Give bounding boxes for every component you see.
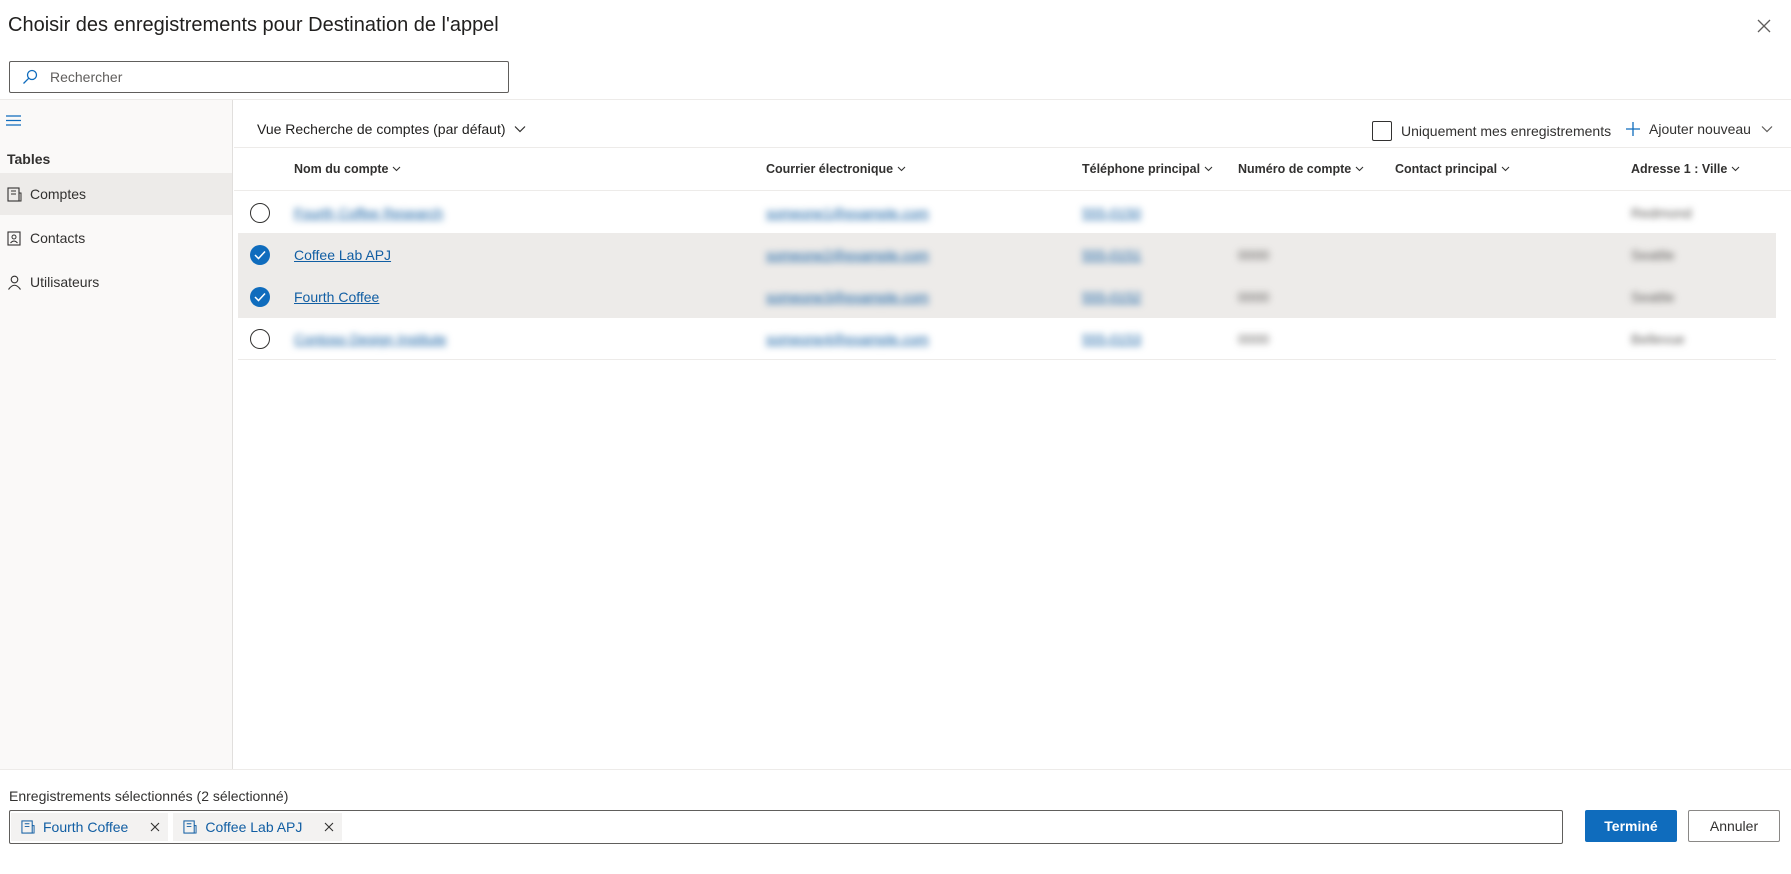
- add-new-button[interactable]: Ajouter nouveau: [1625, 121, 1773, 137]
- email-link[interactable]: someone3@example.com: [766, 289, 929, 305]
- account-icon: [21, 820, 35, 834]
- city-cell: Bellevue: [1631, 331, 1685, 347]
- account-name-link[interactable]: Contoso Design Institute: [294, 331, 447, 347]
- add-new-label: Ajouter nouveau: [1649, 121, 1751, 137]
- row-select-radio[interactable]: [250, 245, 270, 265]
- remove-chip-button[interactable]: [320, 818, 338, 836]
- sidebar-item-label: Contacts: [30, 230, 86, 246]
- grid-header: Nom du compte Courrier électronique Télé…: [234, 148, 1791, 191]
- chevron-down-icon: [392, 165, 401, 174]
- search-input[interactable]: [50, 63, 508, 91]
- sidebar-heading: Tables: [7, 151, 51, 167]
- search-box[interactable]: [9, 61, 509, 93]
- view-selector-label: Vue Recherche de comptes (par défaut): [257, 121, 506, 137]
- phone-link[interactable]: 555-0153: [1082, 331, 1141, 347]
- hamburger-icon[interactable]: [6, 114, 22, 128]
- close-icon[interactable]: [324, 822, 334, 832]
- column-header-label: Contact principal: [1395, 162, 1498, 176]
- city-cell: Seattle: [1631, 247, 1675, 263]
- column-header-label: Courrier électronique: [766, 162, 894, 176]
- selected-records-box: Fourth Coffee Coffee Lab APJ: [9, 810, 1563, 844]
- account-number-cell: 0000: [1238, 331, 1270, 347]
- row-select-radio[interactable]: [250, 329, 270, 349]
- only-my-records-toggle[interactable]: Uniquement mes enregistrements: [1372, 121, 1611, 141]
- phone-link[interactable]: 555-0152: [1082, 289, 1141, 305]
- close-button[interactable]: [1756, 18, 1776, 38]
- account-name-link[interactable]: Fourth Coffee: [294, 289, 379, 305]
- email-link[interactable]: someone2@example.com: [766, 247, 929, 263]
- column-header-account-name[interactable]: Nom du compte: [294, 162, 401, 176]
- city-cell: Redmond: [1631, 205, 1692, 221]
- table-row[interactable]: Coffee Lab APJ someone2@example.com 555-…: [238, 234, 1776, 276]
- chevron-down-icon: [1731, 165, 1740, 174]
- chevron-down-icon: [897, 165, 906, 174]
- row-select-radio[interactable]: [250, 287, 270, 307]
- close-icon[interactable]: [150, 822, 160, 832]
- sidebar-item-label: Comptes: [30, 186, 87, 202]
- phone-link[interactable]: 555-0150: [1082, 205, 1141, 221]
- phone-link[interactable]: 555-0151: [1082, 247, 1141, 263]
- contact-card-icon: [7, 230, 23, 246]
- sidebar-item-utilisateurs[interactable]: Utilisateurs: [0, 261, 232, 303]
- sidebar-item-contacts[interactable]: Contacts: [0, 217, 232, 259]
- account-name-link[interactable]: Coffee Lab APJ: [294, 247, 391, 263]
- row-select-radio[interactable]: [250, 203, 270, 223]
- column-header-label: Numéro de compte: [1238, 162, 1352, 176]
- email-link[interactable]: someone4@example.com: [766, 331, 929, 347]
- email-link[interactable]: someone1@example.com: [766, 205, 929, 221]
- account-number-cell: 0000: [1238, 289, 1270, 305]
- selected-records-label: Enregistrements sélectionnés (2 sélectio…: [9, 788, 289, 804]
- plus-icon: [1625, 121, 1641, 137]
- account-name-link[interactable]: Fourth Coffee Research: [294, 205, 443, 221]
- remove-chip-button[interactable]: [146, 818, 164, 836]
- account-number-cell: 0000: [1238, 247, 1270, 263]
- chevron-down-icon: [1204, 165, 1213, 174]
- footer-divider: [0, 769, 1791, 770]
- column-header-phone[interactable]: Téléphone principal: [1082, 162, 1213, 176]
- column-header-label: Téléphone principal: [1082, 162, 1201, 176]
- selected-record-chip-label[interactable]: Fourth Coffee: [43, 819, 128, 835]
- hamburger-menu-button[interactable]: [6, 114, 26, 130]
- account-icon: [7, 186, 23, 202]
- close-icon[interactable]: [1756, 18, 1772, 34]
- column-header-email[interactable]: Courrier électronique: [766, 162, 906, 176]
- column-header-account-number[interactable]: Numéro de compte: [1238, 162, 1364, 176]
- chevron-down-icon[interactable]: [1761, 123, 1773, 135]
- column-header-primary-contact[interactable]: Contact principal: [1395, 162, 1510, 176]
- view-selector[interactable]: Vue Recherche de comptes (par défaut): [257, 121, 526, 137]
- only-my-records-label: Uniquement mes enregistrements: [1401, 123, 1612, 139]
- cancel-button[interactable]: Annuler: [1688, 810, 1780, 842]
- dialog-title: Choisir des enregistrements pour Destina…: [8, 14, 499, 36]
- selected-record-chip-label[interactable]: Coffee Lab APJ: [205, 819, 302, 835]
- selected-record-chip[interactable]: Coffee Lab APJ: [173, 813, 343, 841]
- person-icon: [7, 274, 23, 290]
- sidebar-item-label: Utilisateurs: [30, 274, 100, 290]
- table-row[interactable]: Contoso Design Institute someone4@exampl…: [238, 318, 1776, 360]
- done-button[interactable]: Terminé: [1585, 810, 1677, 842]
- header-divider: [0, 99, 1791, 100]
- chevron-down-icon: [1355, 165, 1364, 174]
- checkmark-icon: [254, 292, 266, 302]
- city-cell: Seattle: [1631, 289, 1675, 305]
- only-my-records-checkbox[interactable]: [1372, 121, 1392, 141]
- sidebar-item-comptes[interactable]: Comptes: [0, 173, 232, 215]
- checkmark-icon: [254, 250, 266, 260]
- chevron-down-icon: [514, 123, 526, 135]
- selected-record-chip[interactable]: Fourth Coffee: [11, 813, 169, 841]
- search-icon: [22, 68, 40, 86]
- chevron-down-icon: [1501, 165, 1510, 174]
- column-header-label: Nom du compte: [294, 162, 389, 176]
- table-row[interactable]: Fourth Coffee Research someone1@example.…: [238, 192, 1776, 234]
- column-header-city[interactable]: Adresse 1 : Ville: [1631, 162, 1740, 176]
- table-row[interactable]: Fourth Coffee someone3@example.com 555-0…: [238, 276, 1776, 318]
- column-header-label: Adresse 1 : Ville: [1631, 162, 1728, 176]
- account-icon: [183, 820, 197, 834]
